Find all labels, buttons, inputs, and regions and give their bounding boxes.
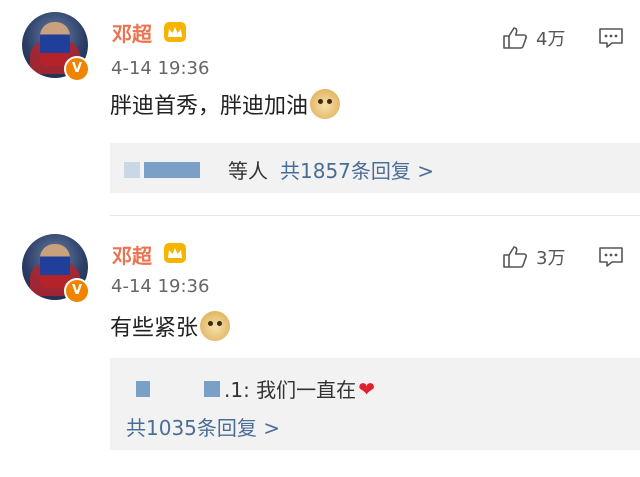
doge-emoji-icon [200,311,231,341]
comment-text-body: 胖迪首秀，胖迪加油 [110,94,309,119]
verified-badge-icon: V [64,56,90,82]
comment-text-body: 有些紧张 [110,316,199,341]
like-button[interactable]: 3万 [502,244,565,270]
comment-button[interactable] [598,246,624,272]
like-count: 3万 [536,248,566,269]
comment-text: 胖迪首秀，胖迪加油 [110,88,341,120]
view-replies-link[interactable]: 共1035条回复 > [126,412,280,441]
avatar-figure [40,22,70,66]
comment-time: 4-14 19:36 [111,276,210,297]
reply-preview-box[interactable]: .1: 我们一直在 ❤ 共1035条回复 > [110,358,640,450]
reply-total-line: 共1035条回复 > [126,412,280,441]
comment-text: 有些紧张 [110,310,231,342]
doge-emoji-icon [310,89,341,119]
crown-badge-icon [164,22,186,42]
reply-summary-line: 等人 共1857条回复 > [124,155,434,184]
comment-button[interactable] [598,27,624,53]
like-button[interactable]: 4万 [502,25,565,51]
username[interactable]: 邓超 [112,18,152,47]
blurred-username [204,380,220,397]
comment-bubble-icon [599,28,623,48]
comment-1: V 邓超 4-14 19:36 4万 胖迪首秀，胖迪加油 等人 共1857条回复… [0,0,640,215]
reply-preview-line: .1: 我们一直在 ❤ [136,374,375,403]
username[interactable]: 邓超 [112,240,152,269]
comment-bubble-icon [599,247,623,267]
blurred-username [136,380,150,397]
verified-badge-icon: V [64,278,90,304]
comment-time: 4-14 19:36 [111,58,210,79]
avatar-figure [40,244,70,288]
reply-summary-box[interactable]: 等人 共1857条回复 > [110,143,640,193]
heart-icon: ❤ [358,376,375,401]
thumbs-up-icon [503,27,527,49]
blurred-username [124,161,140,178]
crown-badge-icon [164,243,186,263]
reply-summary-suffix: 等人 [228,159,268,183]
thumbs-up-icon [503,246,527,268]
view-replies-link[interactable]: 共1857条回复 > [280,155,434,184]
reply-preview-text: .1: 我们一直在 [224,378,357,402]
like-count: 4万 [536,29,566,50]
blurred-username [144,161,200,178]
comment-2: V 邓超 4-14 19:36 3万 有些紧张 .1: 我们一直在 ❤ 共103… [0,216,640,477]
